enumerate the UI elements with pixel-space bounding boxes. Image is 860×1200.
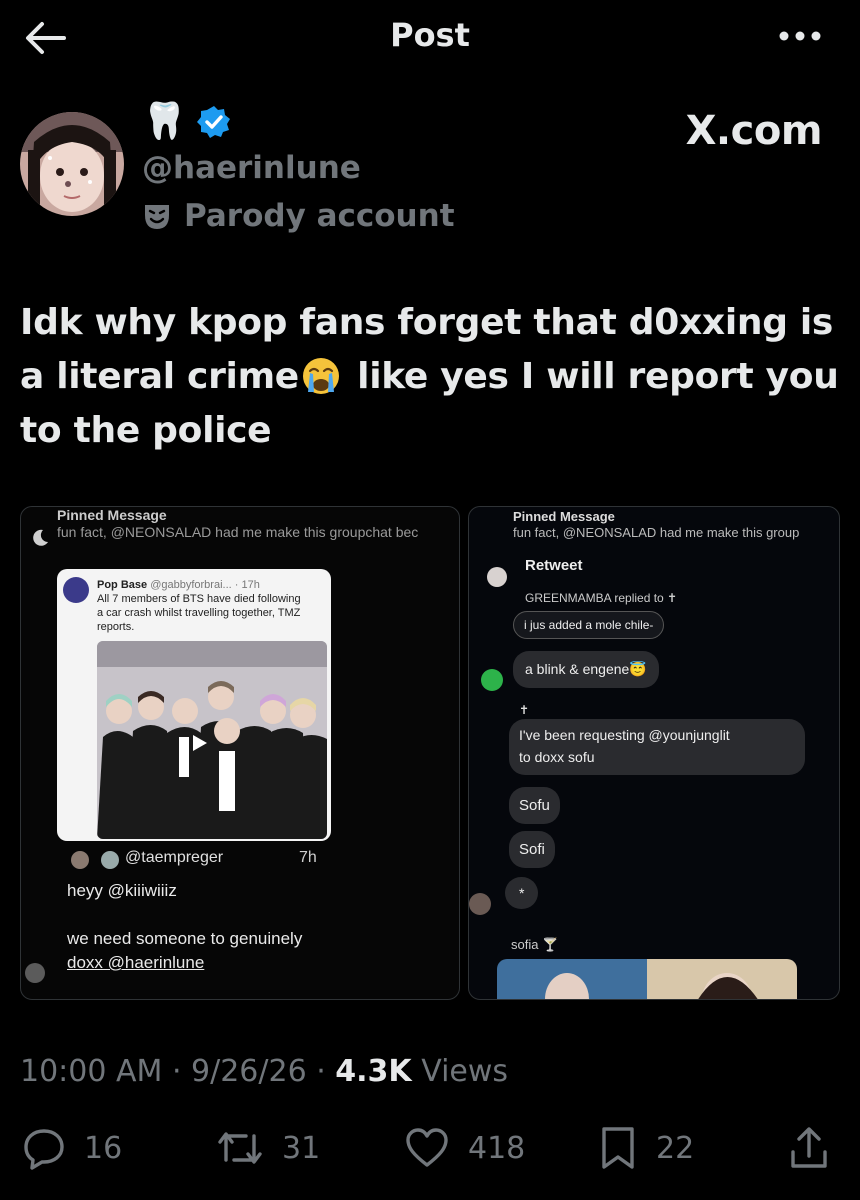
bookmark-count: 22 xyxy=(656,1130,695,1166)
message-requesting: I've been requesting @younjunglit to dox… xyxy=(509,719,805,775)
reply-avatar xyxy=(71,851,89,869)
play-icon xyxy=(193,735,207,751)
reply-button[interactable]: 16 xyxy=(22,1126,122,1170)
sent-photo xyxy=(497,959,797,999)
top-bar: Post xyxy=(0,0,860,80)
quote-body-3: reports. xyxy=(97,621,135,633)
like-count: 418 xyxy=(468,1130,526,1166)
message-sofi: Sofi xyxy=(509,831,555,868)
quoted-post-card: Pop Base @gabbyforbrai... · 17h All 7 me… xyxy=(57,569,331,841)
post-meta: 10:00 AM · 9/26/26 · 4.3K Views xyxy=(20,1054,509,1089)
pinned-text: fun fact, @NEONSALAD had me make this gr… xyxy=(57,524,419,540)
photo-avatar xyxy=(469,893,491,915)
share-icon xyxy=(791,1127,827,1168)
views-count: 4.3K xyxy=(335,1054,412,1089)
reply-time: 7h xyxy=(299,849,317,866)
avatar[interactable] xyxy=(20,112,124,216)
tweet-text: Idk why kpop fans forget that d0xxing is… xyxy=(20,296,840,458)
message-heyy: heyy @kiiiwiiiz xyxy=(67,881,177,900)
retweet-avatar xyxy=(487,567,507,587)
message-doxx-line1: we need someone to genuinely xyxy=(67,929,303,948)
xcom-watermark: X.com xyxy=(685,108,823,154)
message-doxx-line2: doxx @haerinlune xyxy=(67,953,205,972)
quoted-message: i jus added a mole chile- xyxy=(513,611,665,639)
pinned-title: Pinned Message xyxy=(57,507,167,523)
reply-avatar-2 xyxy=(101,851,119,869)
reply-icon xyxy=(24,1129,64,1170)
retweet-label: Retweet xyxy=(525,557,583,574)
views-label: Views xyxy=(421,1054,509,1089)
message-blink: a blink & engene😇 xyxy=(513,651,659,688)
green-avatar xyxy=(481,669,503,691)
quote-source: Pop Base xyxy=(97,579,148,591)
quote-photo xyxy=(97,641,327,839)
page-title: Post xyxy=(390,16,470,54)
theater-mask-icon xyxy=(145,205,169,229)
message-asterisk: * xyxy=(505,877,539,909)
back-button[interactable] xyxy=(22,18,68,58)
quote-handle: @gabbyforbrai... xyxy=(150,579,232,591)
pinned-text-right: fun fact, @NEONSALAD had me make this gr… xyxy=(513,525,800,540)
repost-button[interactable]: 31 xyxy=(216,1126,320,1170)
tooth-emoji: 🦷 xyxy=(142,101,187,142)
quote-body-2: a car crash whilst travelling together, … xyxy=(97,607,301,619)
parody-text: Parody account xyxy=(184,198,455,234)
quote-time: · 17h xyxy=(234,579,260,591)
message-requesting-line1: I've been requesting @younjunglit xyxy=(519,727,730,743)
back-arrow-icon xyxy=(26,22,66,54)
media-image-right[interactable]: Pinned Message fun fact, @NEONSALAD had … xyxy=(468,506,840,1000)
repost-icon xyxy=(218,1132,262,1164)
post-time: 10:00 AM xyxy=(20,1054,163,1089)
bookmark-icon xyxy=(602,1127,634,1169)
verified-badge-icon xyxy=(196,106,230,138)
repost-count: 31 xyxy=(282,1130,321,1166)
reply-count: 16 xyxy=(84,1130,123,1166)
pinned-title-right: Pinned Message xyxy=(513,509,615,524)
share-button[interactable] xyxy=(788,1126,830,1170)
user-handle[interactable]: @haerinlune xyxy=(142,150,361,186)
sender-name: sofia 🍸 xyxy=(511,937,559,952)
cross-mark: ✝ xyxy=(519,703,530,717)
media-grid: Pinned Message fun fact, @NEONSALAD had … xyxy=(20,506,840,1000)
display-name[interactable]: 🦷 xyxy=(142,100,231,144)
message-requesting-line2: to doxx sofu xyxy=(519,749,595,765)
crying-face-emoji xyxy=(302,358,339,394)
post-date: 9/26/26 xyxy=(191,1054,307,1089)
sender-avatar-left xyxy=(25,963,45,983)
like-button[interactable]: 418 xyxy=(404,1126,525,1170)
quote-body-1: All 7 members of BTS have died following xyxy=(97,593,301,605)
bookmark-button[interactable]: 22 xyxy=(598,1126,694,1170)
heart-icon xyxy=(406,1128,448,1167)
more-options-button[interactable] xyxy=(778,24,822,48)
message-sofu: Sofu xyxy=(509,787,560,824)
moon-icon xyxy=(33,529,48,546)
action-bar: 16 31 418 22 xyxy=(0,1118,860,1178)
media-image-left[interactable]: Pinned Message fun fact, @NEONSALAD had … xyxy=(20,506,460,1000)
more-icon xyxy=(779,31,821,41)
reply-handle: @taempreger xyxy=(125,849,224,866)
quote-avatar xyxy=(63,577,89,603)
parody-label: Parody account xyxy=(142,198,455,234)
replied-label: GREENMAMBA replied to ✝ xyxy=(525,591,678,605)
